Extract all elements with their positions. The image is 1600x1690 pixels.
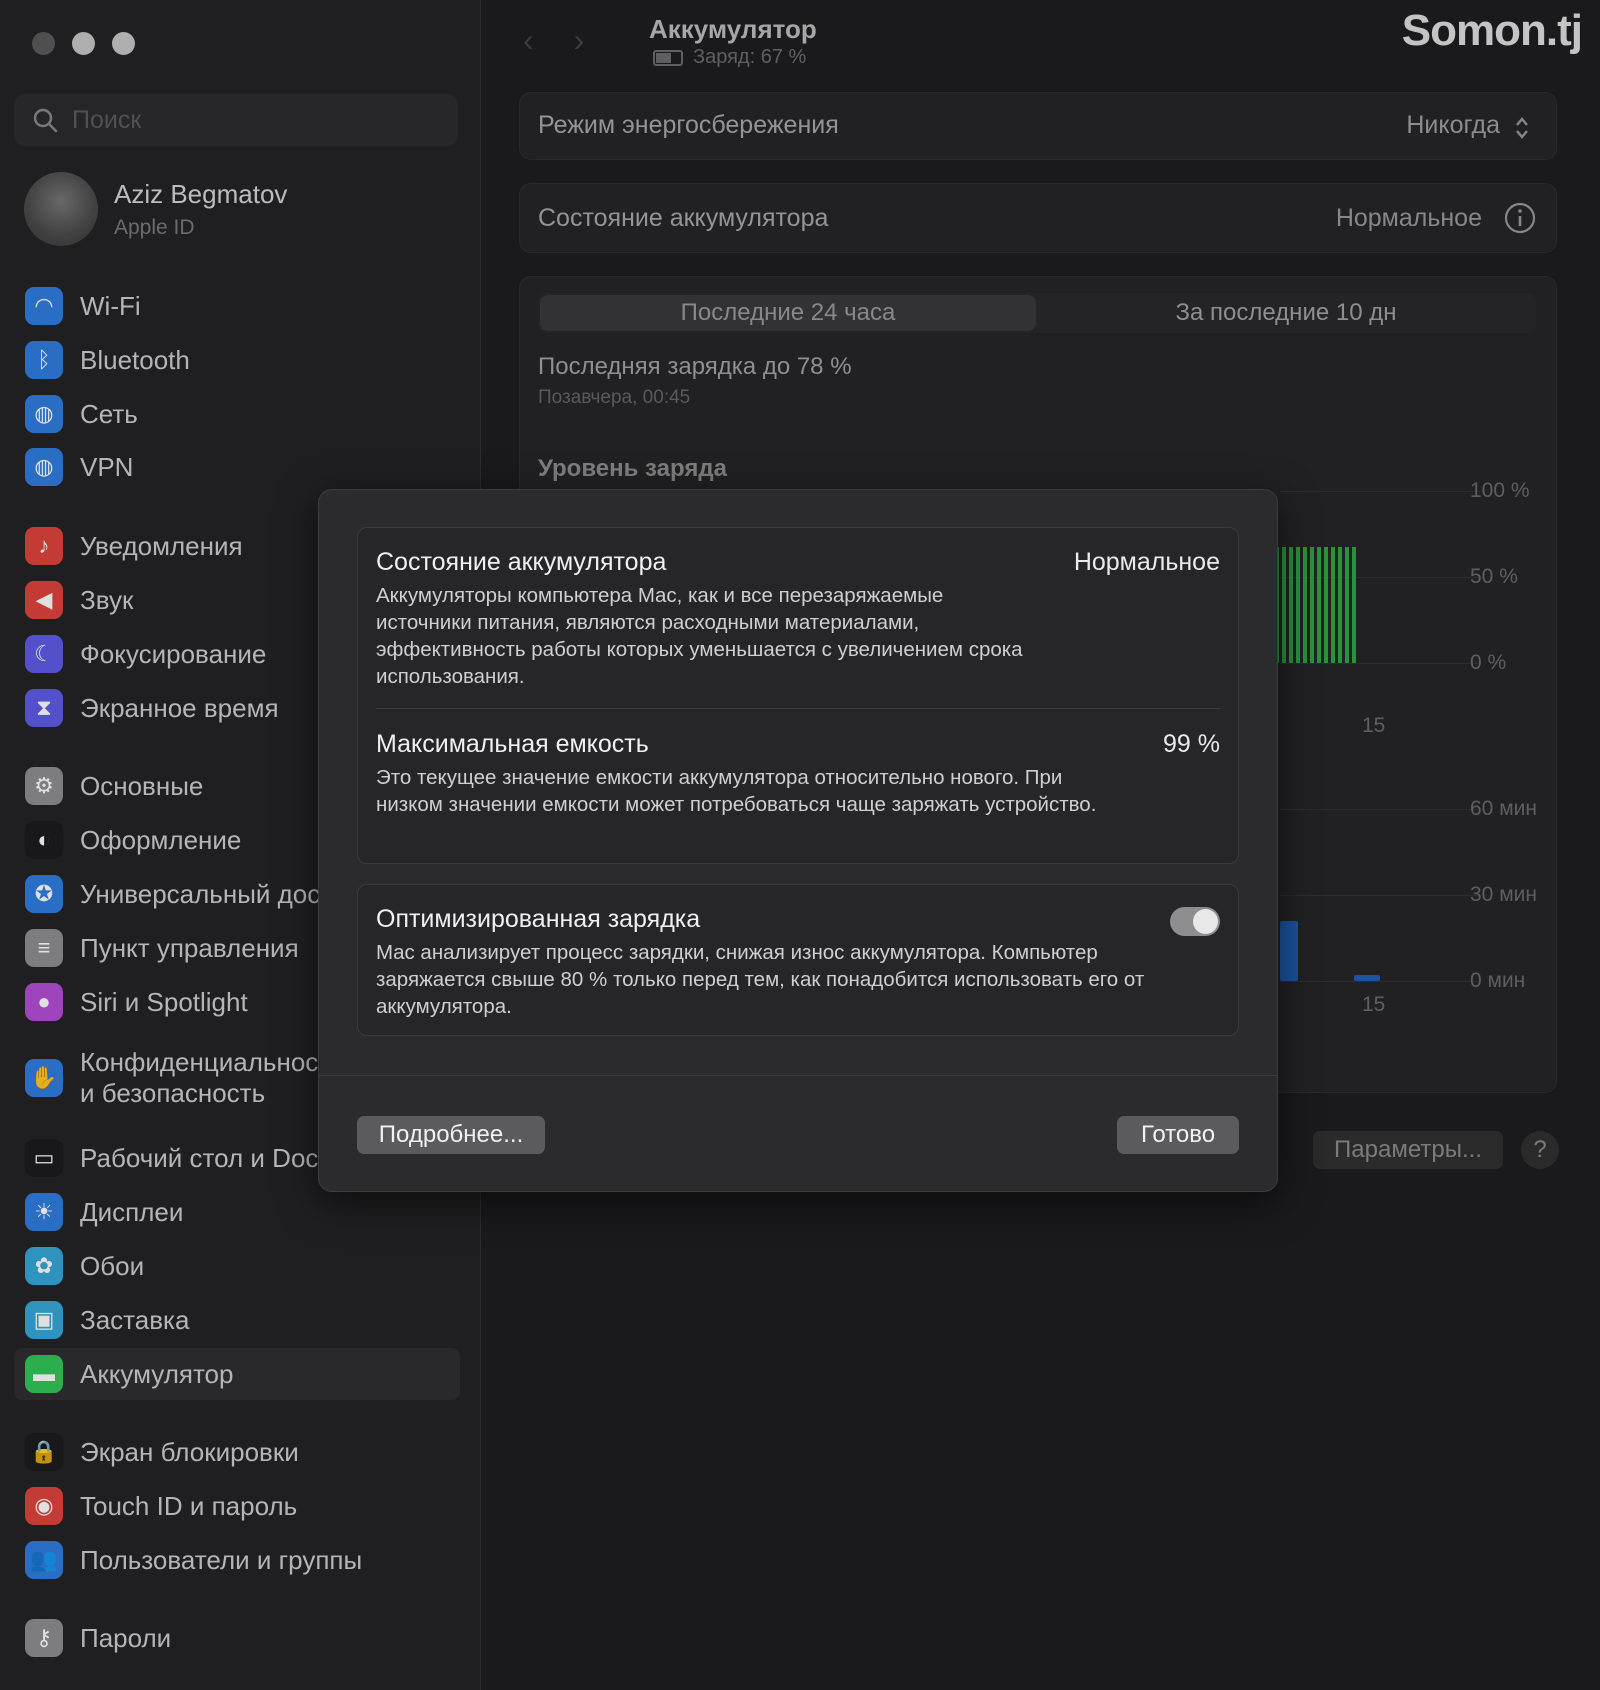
capacity-desc: Это текущее значение емкости аккумулятор… — [376, 766, 1097, 816]
state-desc: Аккумуляторы компьютера Mac, как и все п… — [376, 584, 1023, 688]
more-info-button[interactable]: Подробнее... — [357, 1116, 545, 1154]
done-button[interactable]: Готово — [1117, 1116, 1239, 1154]
state-title: Состояние аккумулятора — [376, 548, 667, 576]
optimized-desc: Mac анализирует процесс зарядки, снижая … — [376, 941, 1145, 1018]
settings-window: Aziz Begmatov Apple ID ◠Wi‑FiᛒBluetooth◍… — [0, 0, 1600, 1690]
divider — [376, 708, 1220, 709]
toggle-knob — [1193, 909, 1218, 934]
battery-health-dialog: Состояние аккумулятора Нормальное Аккуму… — [318, 489, 1278, 1192]
health-info-box: Состояние аккумулятора Нормальное Аккуму… — [357, 527, 1239, 864]
footer-divider — [319, 1075, 1277, 1076]
optimized-charging-toggle[interactable] — [1170, 907, 1220, 936]
state-value: Нормальное — [1073, 548, 1220, 576]
optimized-title: Оптимизированная зарядка — [376, 905, 701, 933]
capacity-title: Максимальная емкость — [376, 730, 649, 758]
capacity-value: 99 % — [1163, 730, 1220, 758]
optimized-charging-box: Оптимизированная зарядка Mac анализирует… — [357, 884, 1239, 1036]
